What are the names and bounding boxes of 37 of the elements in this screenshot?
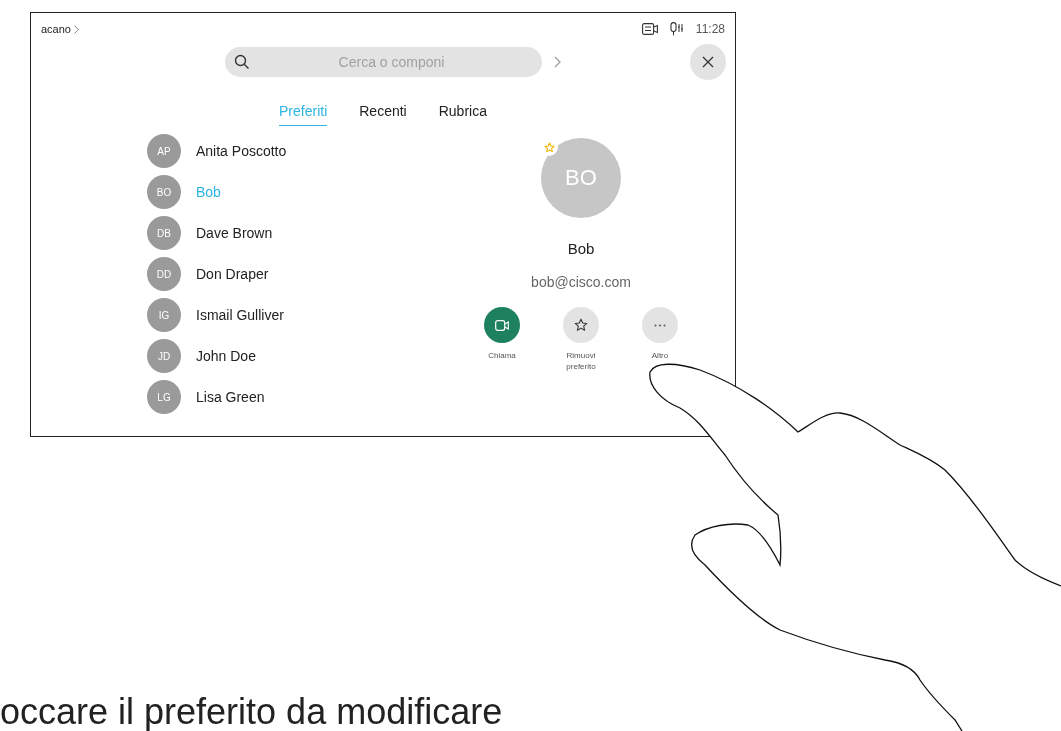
action-label: Chiama [488,350,516,362]
action-label: Altro [651,350,669,362]
search-field[interactable]: Cerca o componi [225,47,542,77]
contact-name[interactable]: Dave Brown [196,225,273,241]
close-button[interactable] [690,44,726,80]
contact-name[interactable]: Anita Poscotto [196,143,287,159]
contact-name: Bob [567,240,595,257]
contact-name[interactable]: John Doe [196,348,256,364]
ellipsis-icon [654,323,666,327]
microphone-settings-icon[interactable] [669,22,684,36]
system-name[interactable]: acano [41,23,71,35]
contact-name[interactable]: Ismail Gulliver [196,307,284,323]
remove-favorite-button[interactable] [563,307,599,343]
star-icon [574,318,588,332]
close-icon [702,56,714,68]
contact-name[interactable]: Don Draper [196,266,269,282]
chevron-right-icon [74,24,79,34]
contact-avatar: BO [541,138,621,218]
avatar-circle: BO [147,175,181,209]
avatar-circle: LG [147,380,181,414]
action-label: Rimuovi preferito [565,350,597,373]
video-settings-icon[interactable] [641,23,658,35]
tab[interactable]: Recenti [359,99,407,126]
contact-address: bob@cisco.com [531,274,631,290]
avatar-circle: DD [147,257,181,291]
tab[interactable]: Rubrica [438,99,487,126]
avatar-circle: JD [147,339,181,373]
call-button[interactable] [484,307,520,343]
video-camera-icon [495,319,509,331]
avatar-circle: DB [147,216,181,250]
instruction-caption: occare il preferito da modificare [0,692,503,731]
avatar-circle: IG [147,298,181,332]
clock-time: 11:28 [695,22,725,36]
chevron-right-icon[interactable] [554,56,561,68]
avatar-circle: AP [147,134,181,168]
contact-name[interactable]: Lisa Green [196,389,265,405]
search-icon [234,54,250,70]
